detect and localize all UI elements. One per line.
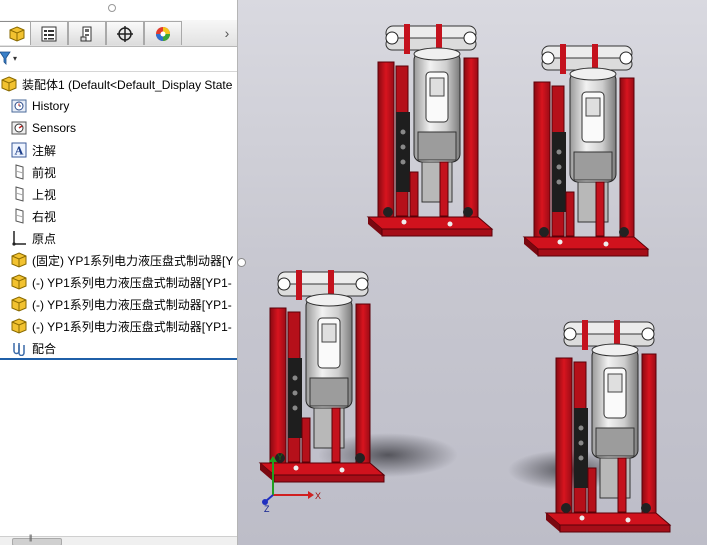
scroll-grip-glyph: ||| [29,535,33,542]
property-list-icon [41,26,57,41]
tree-item-right-plane[interactable]: 右视 [10,205,237,227]
triad-x-label: X [315,491,321,501]
triad-y-label: Y [277,452,283,462]
brake-model-4[interactable] [545,319,671,533]
tree-item-label: 上视 [32,187,57,202]
part-icon [10,251,28,269]
tree-item-history[interactable]: History [10,95,237,117]
color-wheel-icon [156,26,170,41]
tree-root-label: 装配体1 (Default<Default_Display State [22,77,233,92]
feature-manager-panel: › ▾ 装配体1 (Default<Default_Display State … [0,0,238,545]
dimxpert-tab[interactable] [106,21,144,45]
origin-icon [10,229,28,247]
tree-item-sensors[interactable]: Sensors [10,117,237,139]
tab-overflow-arrow[interactable]: › [220,23,234,43]
tree-item-label: 原点 [32,231,57,246]
display-manager-tab[interactable] [144,21,182,45]
tree-item-label: 右视 [32,209,57,224]
tree-end-divider [0,358,237,360]
annotations-icon: A [10,141,28,159]
propertymanager-tab[interactable] [30,21,68,45]
svg-text:A: A [14,145,24,158]
brake-model-2[interactable] [523,43,649,257]
filter-icon[interactable]: ▾ [0,51,17,65]
tree-item-top-plane[interactable]: 上视 [10,183,237,205]
tree-item-label: Sensors [32,121,77,135]
manager-tab-bar: › [0,20,237,47]
tree-item-label: (-) YP1系列电力液压盘式制动器[YP1- [32,319,232,334]
model-scene: X Y Z [259,23,671,533]
panel-collapse-handle[interactable] [108,4,116,12]
tree-item-label: History [32,99,70,113]
tree-item-label: 前视 [32,165,57,180]
plane-icon [10,207,28,225]
filter-bar: ▾ [0,47,237,72]
tree-item-component-3[interactable]: (-) YP1系列电力液压盘式制动器[YP1- [10,293,237,315]
tree-item-component-2[interactable]: (-) YP1系列电力液压盘式制动器[YP1- [10,271,237,293]
brake-model-1[interactable] [367,23,493,237]
part-icon [10,273,28,291]
plane-icon [10,163,28,181]
filter-dropdown-arrow[interactable]: ▾ [13,54,17,63]
sensors-icon [10,119,28,137]
tree-item-mates[interactable]: 配合 [10,337,237,359]
part-icon [10,317,28,335]
graphics-viewport[interactable]: X Y Z [238,0,707,545]
horizontal-scrollbar[interactable]: ||| [0,535,237,545]
tree-item-component-4[interactable]: (-) YP1系列电力液压盘式制动器[YP1- [10,315,237,337]
tree-item-label: (-) YP1系列电力液压盘式制动器[YP1- [32,297,232,312]
crosshair-icon [117,25,133,42]
tree-item-label: (-) YP1系列电力液压盘式制动器[YP1- [32,275,232,290]
tree-item-label: (固定) YP1系列电力液压盘式制动器[Y [32,253,234,268]
tree-item-origin[interactable]: 原点 [10,227,237,249]
tree-item-front-plane[interactable]: 前视 [10,161,237,183]
assembly-cube-icon [9,25,25,42]
part-icon [10,295,28,313]
configurationmanager-tab[interactable] [68,21,106,45]
configuration-icon [80,26,92,41]
tree-root-assembly[interactable]: 装配体1 (Default<Default_Display State [0,73,237,95]
mates-icon [10,339,28,357]
tree-item-label: 配合 [32,341,57,356]
tree-item-annotations[interactable]: A 注解 [10,139,237,161]
tree-item-label: 注解 [32,143,57,158]
panel-resize-handle[interactable] [237,258,246,267]
scrollbar-thumb[interactable]: ||| [12,535,62,545]
plane-icon [10,185,28,203]
funnel-icon [0,51,11,65]
assembly-icon [0,75,18,93]
triad-z-label: Z [264,504,270,514]
tree-item-component-fixed[interactable]: (固定) YP1系列电力液压盘式制动器[Y [10,249,237,271]
history-icon [10,97,28,115]
